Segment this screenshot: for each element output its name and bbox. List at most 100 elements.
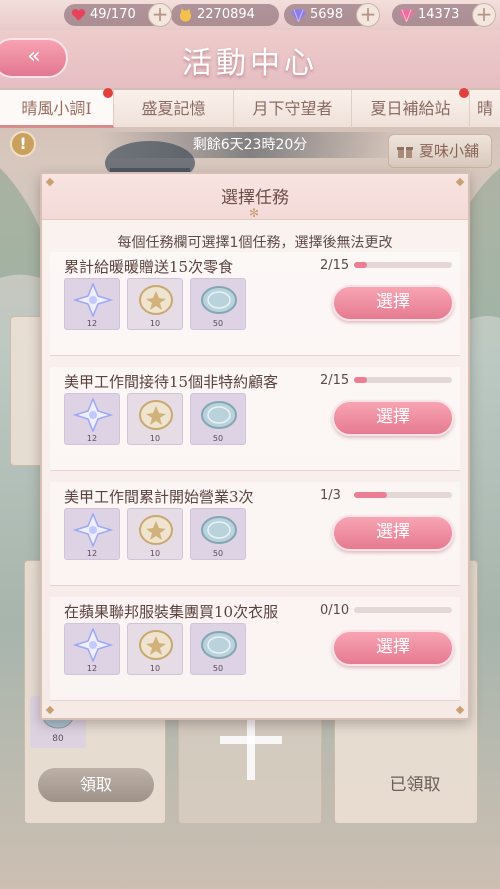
claim-button[interactable]: 領取 — [38, 768, 154, 802]
reward-qty: 12 — [86, 549, 98, 558]
modal-instruction: 每個任務欄可選擇1個任務，選擇後無法更改 — [117, 235, 393, 251]
silver-coin-icon — [201, 286, 237, 314]
reward-item[interactable]: 10 — [127, 278, 183, 330]
task-title: 美甲工作間累計開始營業3次 — [64, 488, 254, 506]
gold-medal-coin-icon — [139, 400, 173, 430]
task-row: 美甲工作間接待15個非特約顧客 2/15 12 10 50 選擇 — [50, 367, 460, 471]
resource-gold: 2270894 — [171, 4, 279, 26]
reward-item[interactable]: 12 — [64, 508, 120, 560]
reward-item[interactable]: 50 — [190, 393, 246, 445]
add-diamond-button[interactable]: + — [356, 3, 380, 27]
task-row: 在蘋果聯邦服裝集團買10次衣服 0/10 12 10 50 選擇 — [50, 597, 460, 701]
notification-dot — [459, 88, 469, 98]
select-task-button[interactable]: 選擇 — [332, 630, 454, 666]
reward-item[interactable]: 10 — [127, 393, 183, 445]
pink-diamond-value: 14373 — [418, 7, 460, 22]
heart-icon — [71, 9, 86, 21]
silver-coin-icon — [201, 401, 237, 429]
diamond-icon — [291, 9, 306, 22]
silver-coin-icon — [201, 631, 237, 659]
claimed-label: 已領取 — [389, 775, 441, 795]
tab-label: 晴風小調I — [21, 99, 92, 118]
tab-summer-breeze[interactable]: 晴風小調I — [0, 88, 114, 128]
reward-qty: 10 — [149, 549, 161, 558]
header: « 活動中心 — [0, 30, 500, 88]
reward-item[interactable]: 12 — [64, 393, 120, 445]
reward-qty: 10 — [149, 664, 161, 673]
reward-qty: 12 — [86, 319, 98, 328]
reward-qty: 50 — [212, 664, 224, 673]
task-progress-fill — [354, 262, 368, 268]
reward-item[interactable]: 10 — [127, 623, 183, 675]
tab-summer-supply[interactable]: 夏日補給站 — [352, 88, 470, 128]
add-gold-button[interactable]: + — [148, 3, 172, 27]
tab-label: 月下守望者 — [252, 99, 333, 118]
gold-medal-coin-icon — [139, 630, 173, 660]
task-progress-bar — [354, 377, 452, 383]
reward-item[interactable]: 10 — [127, 508, 183, 560]
tab-label: 盛夏記憶 — [141, 99, 206, 118]
diamond-value: 5698 — [310, 7, 344, 22]
task-progress-text: 1/3 — [320, 488, 341, 503]
task-progress-bar — [354, 607, 452, 613]
corner-ornament — [455, 705, 465, 715]
reward-qty: 10 — [149, 434, 161, 443]
coin-qty: 80 — [52, 734, 64, 744]
gold-value: 2270894 — [197, 7, 255, 22]
tab-label: 夏日補給站 — [370, 99, 451, 118]
reward-item[interactable]: 12 — [64, 278, 120, 330]
task-progress-text: 2/15 — [320, 258, 350, 273]
reward-qty: 12 — [86, 434, 98, 443]
task-progress-text: 0/10 — [320, 603, 350, 618]
summer-shop-button[interactable]: 夏味小舖 — [388, 134, 492, 168]
resource-bar: 49/170 + 2270894 5698 + 14373 + + — [0, 0, 500, 30]
add-pink-diamond-button[interactable]: + — [472, 3, 496, 27]
reward-qty: 12 — [86, 664, 98, 673]
gift-icon — [397, 147, 413, 158]
task-progress-bar — [354, 262, 452, 268]
select-task-button[interactable]: 選擇 — [332, 285, 454, 321]
reward-qty: 50 — [212, 319, 224, 328]
corner-ornament — [45, 705, 55, 715]
modal-title: 選擇任務 — [221, 188, 289, 208]
reward-qty: 50 — [212, 434, 224, 443]
task-row: 累計給暖暖贈送15次零食 2/15 12 10 50 選擇 — [50, 252, 460, 356]
tab-summer-memory[interactable]: 盛夏記憶 — [114, 90, 234, 128]
stamina-value: 49/170 — [90, 7, 136, 22]
task-progress-bar — [354, 492, 452, 498]
reward-item[interactable]: 50 — [190, 623, 246, 675]
pink-diamond-icon — [399, 9, 414, 22]
tab-moon-guardian[interactable]: 月下守望者 — [234, 90, 352, 128]
task-progress-fill — [354, 377, 368, 383]
tab-bar: 晴風小調I 盛夏記憶 月下守望者 夏日補給站 晴 — [0, 88, 500, 128]
silver-coin-icon — [201, 516, 237, 544]
page-title: 活動中心 — [182, 46, 318, 81]
task-progress-fill — [354, 492, 387, 498]
resource-diamond: 5698 + — [284, 3, 380, 27]
crystal-star-icon — [73, 398, 113, 432]
snowflake-ornament-icon: ✻ — [248, 206, 260, 220]
select-task-modal: 選擇任務 ✻ 每個任務欄可選擇1個任務，選擇後無法更改 累計給暖暖贈送15次零食… — [40, 172, 470, 720]
reward-item[interactable]: 50 — [190, 508, 246, 560]
select-task-button[interactable]: 選擇 — [332, 515, 454, 551]
task-title: 美甲工作間接待15個非特約顧客 — [64, 373, 279, 391]
resource-pink-diamond: 14373 + — [392, 3, 496, 27]
task-progress-fill — [354, 607, 360, 613]
notification-dot — [103, 88, 113, 98]
task-title: 累計給暖暖贈送15次零食 — [64, 258, 234, 276]
task-title: 在蘋果聯邦服裝集團買10次衣服 — [64, 603, 279, 621]
gold-medal-coin-icon — [139, 285, 173, 315]
cross-ornament-icon — [220, 714, 282, 780]
modal-header: 選擇任務 ✻ — [42, 174, 468, 220]
reward-item[interactable]: 50 — [190, 278, 246, 330]
task-row: 美甲工作間累計開始營業3次 1/3 12 10 50 選擇 — [50, 482, 460, 586]
task-progress-text: 2/15 — [320, 373, 350, 388]
cat-coin-icon — [179, 8, 192, 22]
crystal-star-icon — [73, 628, 113, 662]
reward-item[interactable]: 12 — [64, 623, 120, 675]
gold-medal-coin-icon — [139, 515, 173, 545]
tab-label: 晴 — [476, 99, 493, 118]
tab-more[interactable]: 晴 — [470, 90, 500, 128]
reward-qty: 10 — [149, 319, 161, 328]
select-task-button[interactable]: 選擇 — [332, 400, 454, 436]
